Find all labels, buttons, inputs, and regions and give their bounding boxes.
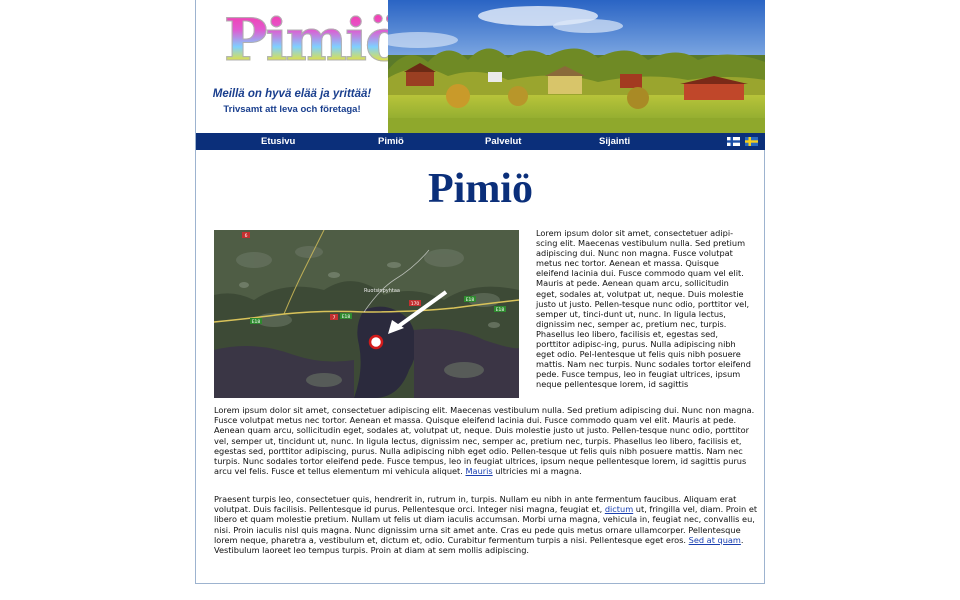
nav-item-etusivu[interactable]: Etusivu <box>261 133 295 150</box>
slogan-finnish: Meillä on hyvä elää ja yrittää! <box>212 88 372 100</box>
map-road-label-170: 170 <box>411 301 420 307</box>
map-road-label-7: 7 <box>333 315 336 321</box>
location-map-image[interactable]: 6 7 E18 E18 E18 E18 170 Ruotsinpyhtaa <box>214 230 519 398</box>
swedish-flag-icon[interactable] <box>745 137 758 146</box>
map-road-label-e18: E18 <box>342 314 351 320</box>
site-logo[interactable]: Pimiö <box>224 6 405 75</box>
map-place-label: Ruotsinpyhtaa <box>364 288 400 294</box>
body-paragraph-1-tail: ultricies mi a magna. <box>492 466 582 477</box>
map-road-label-e18-west: E18 <box>252 319 261 325</box>
map-road-label-e18-east: E18 <box>496 307 505 313</box>
nav-item-palvelut[interactable]: Palvelut <box>485 133 521 150</box>
nav-item-pimio[interactable]: Pimiö <box>378 133 404 150</box>
body-paragraph-2: Praesent turpis leo, consectetuer quis, … <box>214 494 759 555</box>
site-header: Pimiö Meillä on hyvä elää ja yrittää! Tr… <box>196 0 765 133</box>
link-dictum[interactable]: dictum <box>605 504 633 514</box>
map-road-label-e18-northeast: E18 <box>466 297 475 303</box>
logo-area[interactable]: Pimiö Meillä on hyvä elää ja yrittää! Tr… <box>196 0 404 133</box>
link-mauris[interactable]: Mauris <box>465 466 492 476</box>
finnish-flag-icon[interactable] <box>727 137 740 146</box>
link-sed-at-quam[interactable]: Sed at quam <box>689 535 741 545</box>
main-navigation: Etusivu Pimiö Palvelut Sijainti <box>196 133 765 150</box>
intro-side-text: Lorem ipsum dolor sit amet, consectetuer… <box>536 228 751 390</box>
slogan-swedish: Trivsamt att leva och företaga! <box>223 104 361 115</box>
map-road-label-6: 6 <box>245 233 248 239</box>
page-container: Pimiö Meillä on hyvä elää ja yrittää! Tr… <box>195 0 765 584</box>
body-paragraph-1: Lorem ipsum dolor sit amet, consectetuer… <box>214 405 759 476</box>
header-landscape-photo <box>388 0 765 133</box>
nav-item-sijainti[interactable]: Sijainti <box>599 133 630 150</box>
page-title: Pimiö <box>428 166 533 212</box>
